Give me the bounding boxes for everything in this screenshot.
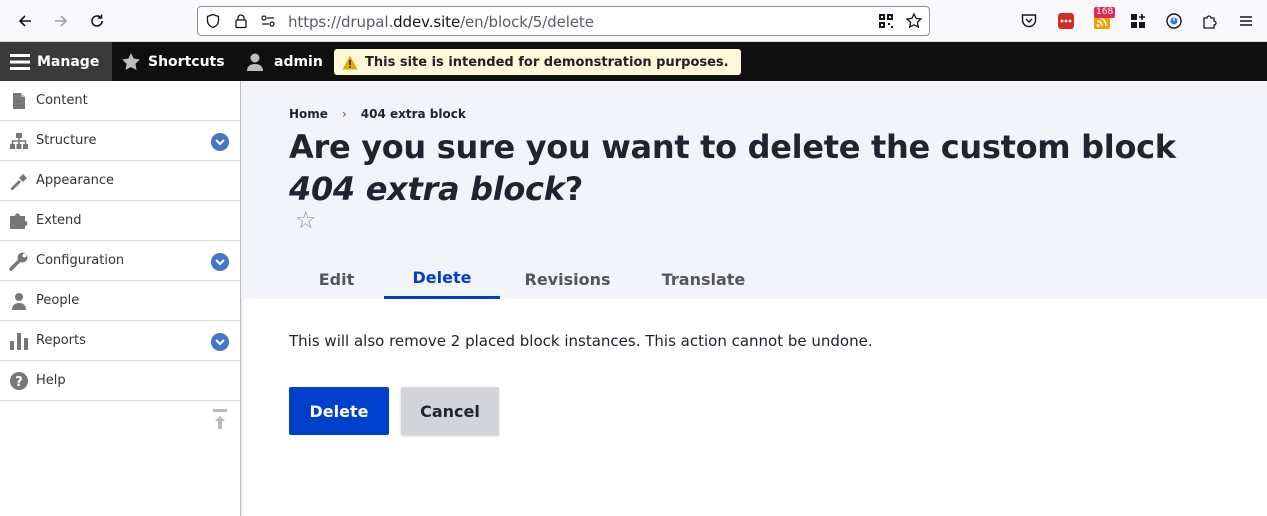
star-icon [122,52,140,70]
admin-sidebar: Content Structure Appearance Extend Conf… [0,81,241,516]
cancel-button[interactable]: Cancel [401,387,499,435]
help-icon: ? [9,371,29,391]
people-icon [9,291,29,311]
page-title-suffix: ? [564,170,584,208]
back-button[interactable] [13,9,37,33]
manage-label: Manage [37,53,100,70]
admin-toolbar: Manage Shortcuts admin This site is inte… [0,42,1267,81]
sidebar-item-label: Help [36,373,66,388]
sidebar-item-reports[interactable]: Reports [0,321,240,361]
sidebar-item-label: Appearance [36,173,115,188]
user-label: admin [274,53,323,70]
sidebar-item-label: Configuration [36,253,125,268]
sidebar-item-content[interactable]: Content [0,81,240,121]
puzzle-extensions-icon[interactable] [1200,11,1220,31]
sidebar-item-label: Extend [36,213,82,228]
svg-text:?: ? [15,375,23,390]
page-title-prefix: Are you sure you want to delete the cust… [289,128,1176,166]
tab-translate[interactable]: Translate [635,259,772,299]
shortcuts-button[interactable]: Shortcuts [121,42,225,81]
permissions-icon[interactable] [260,13,276,29]
sidebar-item-appearance[interactable]: Appearance [0,161,240,201]
breadcrumb-current[interactable]: 404 extra block [361,107,466,121]
shield-icon[interactable] [205,13,221,29]
appearance-icon [9,171,29,191]
address-bar[interactable]: https://drupal.ddev.site/en/block/5/dele… [197,6,930,36]
shortcuts-label: Shortcuts [148,53,225,70]
lastpass-icon[interactable] [1056,11,1076,31]
tab-delete[interactable]: Delete [384,259,500,299]
qr-code-icon[interactable] [878,13,894,29]
page-title: Are you sure you want to delete the cust… [289,126,1239,210]
tab-edit[interactable]: Edit [289,259,384,299]
sidebar-item-label: Content [36,93,88,108]
sidebar-item-label: Reports [36,333,86,348]
demo-notice: This site is intended for demonstration … [334,49,741,75]
sidebar-item-configuration[interactable]: Configuration [0,241,240,281]
breadcrumb-separator: › [341,107,347,121]
delete-button[interactable]: Delete [289,387,389,435]
user-button[interactable]: admin [245,42,323,81]
confirmation-message: This will also remove 2 placed block ins… [289,332,873,350]
tab-revisions[interactable]: Revisions [500,259,635,299]
structure-icon [9,131,29,151]
sidebar-item-label: Structure [36,133,97,148]
breadcrumb-home[interactable]: Home [289,107,328,121]
url-text: https://drupal.ddev.site/en/block/5/dele… [288,13,594,31]
configuration-icon [9,251,29,271]
demo-notice-text: This site is intended for demonstration … [365,54,729,70]
sidebar-item-people[interactable]: People [0,281,240,321]
page-header: Home › 404 extra block Are you sure you … [241,81,1267,299]
sidebar-item-extend[interactable]: Extend [0,201,240,241]
reload-button[interactable] [85,9,109,33]
sidebar-item-help[interactable]: ? Help [0,361,240,401]
user-icon [247,53,263,71]
menu-bars-icon [10,53,30,70]
reports-icon [9,331,29,351]
forward-button[interactable] [49,9,73,33]
chevron-down-icon[interactable] [211,333,229,351]
sidebar-item-label: People [36,293,80,308]
local-tasks-tabs: Edit Delete Revisions Translate [289,259,772,299]
back-arrow-icon [18,15,31,27]
browser-toolbar: https://drupal.ddev.site/en/block/5/dele… [0,0,1267,42]
clock-extension-icon[interactable] [1164,11,1184,31]
manage-button[interactable]: Manage [0,42,112,81]
lock-icon[interactable] [233,13,249,29]
chevron-down-icon[interactable] [211,253,229,271]
breadcrumb: Home › 404 extra block [289,107,466,121]
pocket-icon[interactable] [1019,11,1039,31]
sidebar-item-structure[interactable]: Structure [0,121,240,161]
chevron-down-icon[interactable] [211,133,229,151]
hamburger-menu-icon[interactable] [1236,11,1256,31]
page-title-block-name: 404 extra block [289,170,565,208]
bookmark-star-icon[interactable] [905,12,923,30]
reload-icon [91,14,103,27]
forward-arrow-icon [55,15,68,27]
content-icon [9,91,29,111]
rss-badge-count: 168 [1094,7,1116,18]
pin-arrow-up-icon [213,409,227,429]
warning-icon [342,55,358,69]
shortcut-star-icon[interactable]: ☆ [295,208,317,232]
extend-icon [9,211,29,231]
extensions-grid-icon[interactable] [1128,11,1148,31]
sidebar-orientation-toggle[interactable] [211,408,229,432]
